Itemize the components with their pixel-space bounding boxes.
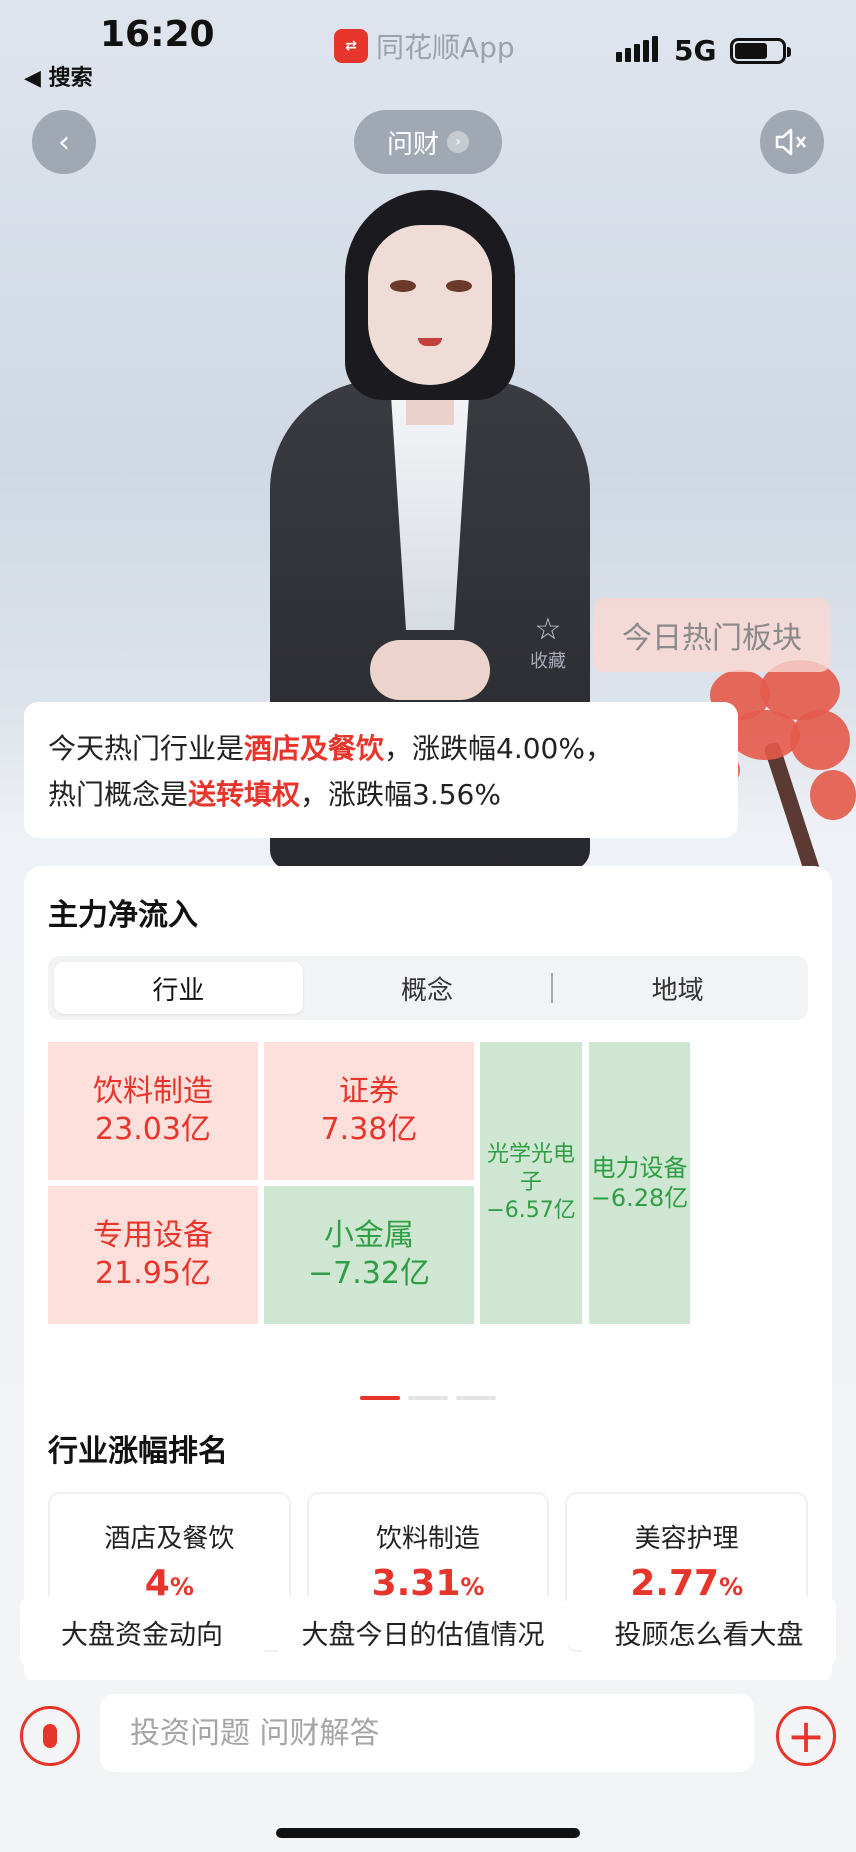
cell-name: 专用设备 (93, 1218, 213, 1253)
hot-concept-highlight: 送转填权 (188, 778, 301, 811)
back-to-search-link[interactable]: ◀ 搜索 (24, 60, 93, 92)
network-type: 5G (674, 34, 717, 67)
app-indicator: ⇄ 同花顺App (334, 26, 515, 66)
tab-region[interactable]: 地域 (553, 962, 802, 1014)
answer-text: 今天热门行业是 (48, 732, 245, 765)
page-indicator (360, 1396, 496, 1400)
cell-name: 电力设备 (591, 1154, 688, 1182)
main-flow-card: 主力净流入 行业 概念 地域 饮料制造 23.03亿 证券 7.38亿 光学光电… (24, 866, 832, 1686)
voice-input-button[interactable] (20, 1706, 80, 1766)
battery-icon (730, 38, 791, 64)
hot-industry-highlight: 酒店及餐饮 (244, 732, 385, 765)
mute-button[interactable] (760, 110, 824, 174)
wencai-label: 问财 (386, 129, 439, 160)
answer-text: 热门概念是 (48, 778, 189, 811)
tab-concept[interactable]: 概念 (303, 962, 552, 1014)
suggestion-chips: 大盘资金动向 大盘今日的估值情况 投顾怎么看大盘 (20, 1596, 836, 1668)
suggestion-chip[interactable]: 大盘资金动向 (20, 1596, 264, 1668)
favorite-label: 收藏 (530, 651, 566, 672)
cell-value: 23.03亿 (95, 1112, 211, 1147)
cell-value: 21.95亿 (95, 1256, 211, 1291)
cell-value: −6.28亿 (590, 1184, 689, 1212)
suggestion-chip[interactable]: 大盘今日的估值情况 (278, 1596, 568, 1668)
home-indicator[interactable] (276, 1828, 580, 1838)
cell-name: 证券 (339, 1074, 399, 1109)
heatmap-cell[interactable]: 饮料制造 23.03亿 (48, 1042, 258, 1180)
cell-name: 光学光电子 (486, 1142, 575, 1195)
status-bar: 16:20 ◀ 搜索 ⇄ 同花顺App 5G (0, 0, 856, 100)
speaker-muted-icon (775, 128, 806, 156)
section-title: 行业涨幅排名 (48, 1434, 228, 1469)
tab-industry[interactable]: 行业 (54, 962, 303, 1014)
more-button[interactable]: + (776, 1706, 836, 1766)
heatmap-cell[interactable]: 电力设备 −6.28亿 (589, 1042, 690, 1324)
heatmap-cell[interactable]: 小金属 −7.32亿 (264, 1186, 474, 1324)
signal-icon (616, 34, 658, 62)
section-title: 主力净流入 (48, 898, 198, 933)
answer-bubble: 今天热门行业是酒店及餐饮，涨跌幅4.00%， 热门概念是送转填权，涨跌幅3.56… (24, 702, 738, 838)
heatmap-cell[interactable]: 证券 7.38亿 (264, 1042, 474, 1180)
answer-text: ，涨跌幅4.00%， (384, 732, 613, 765)
input-bar: + (0, 1680, 856, 1852)
ranking-name: 酒店及餐饮 (104, 1524, 235, 1554)
hot-sector-button[interactable]: 今日热门板块 (594, 598, 830, 672)
answer-text: ，涨跌幅3.56% (300, 778, 501, 811)
heatmap-cell[interactable]: 光学光电子 −6.57亿 (480, 1042, 582, 1324)
app-logo-icon: ⇄ (334, 29, 368, 63)
app-name: 同花顺App (376, 31, 515, 64)
cell-value: 7.38亿 (320, 1112, 418, 1147)
status-time: 16:20 (100, 14, 215, 55)
cell-value: −7.32亿 (308, 1256, 430, 1291)
heatmap-cell[interactable]: 专用设备 21.95亿 (48, 1186, 258, 1324)
fund-flow-heatmap: 饮料制造 23.03亿 证券 7.38亿 光学光电子 −6.57亿 电力设备 −… (48, 1042, 808, 1374)
question-input[interactable] (100, 1694, 754, 1772)
category-segmented-control: 行业 概念 地域 (48, 956, 808, 1020)
plus-icon: + (786, 1709, 826, 1763)
back-button[interactable]: ‹ (32, 110, 96, 174)
ranking-name: 美容护理 (634, 1524, 739, 1554)
star-icon: ☆ (534, 612, 562, 647)
ranking-name: 饮料制造 (376, 1524, 481, 1554)
suggestion-chip[interactable]: 投顾怎么看大盘 (582, 1596, 836, 1668)
wencai-button[interactable]: 问财 › (354, 110, 502, 174)
favorite-button[interactable]: ☆ 收藏 (530, 612, 566, 673)
cell-name: 饮料制造 (93, 1074, 213, 1109)
cell-name: 小金属 (324, 1218, 414, 1253)
microphone-icon (43, 1724, 57, 1748)
cell-value: −6.57亿 (486, 1198, 576, 1223)
chevron-right-icon: › (447, 131, 469, 153)
chevron-left-icon: ‹ (58, 124, 70, 160)
